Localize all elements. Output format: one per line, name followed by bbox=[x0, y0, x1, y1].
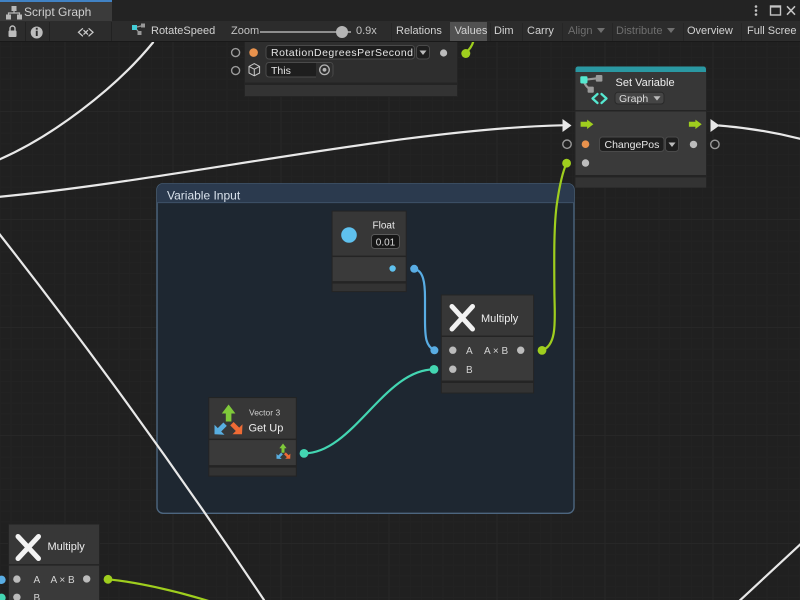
svg-text:Graph: Graph bbox=[619, 93, 648, 105]
svg-text:A × B: A × B bbox=[484, 346, 509, 357]
svg-text:Get Up: Get Up bbox=[249, 423, 284, 435]
svg-text:RotationDegreesPerSecond: RotationDegreesPerSecond bbox=[271, 47, 413, 59]
svg-text:A × B: A × B bbox=[51, 575, 76, 586]
svg-text:Set Variable: Set Variable bbox=[616, 77, 675, 89]
svg-text:B: B bbox=[466, 365, 473, 376]
svg-text:Float: Float bbox=[373, 221, 395, 232]
svg-text:This: This bbox=[271, 65, 291, 77]
svg-text:B: B bbox=[34, 593, 41, 600]
svg-text:A: A bbox=[466, 346, 473, 357]
svg-text:Variable Input: Variable Input bbox=[167, 189, 241, 203]
svg-text:ChangePos: ChangePos bbox=[605, 139, 660, 151]
svg-text:Multiply: Multiply bbox=[48, 541, 86, 553]
svg-text:Vector 3: Vector 3 bbox=[249, 408, 280, 418]
svg-text:0.01: 0.01 bbox=[376, 238, 396, 249]
svg-text:A: A bbox=[34, 575, 41, 586]
svg-text:Multiply: Multiply bbox=[481, 313, 519, 325]
